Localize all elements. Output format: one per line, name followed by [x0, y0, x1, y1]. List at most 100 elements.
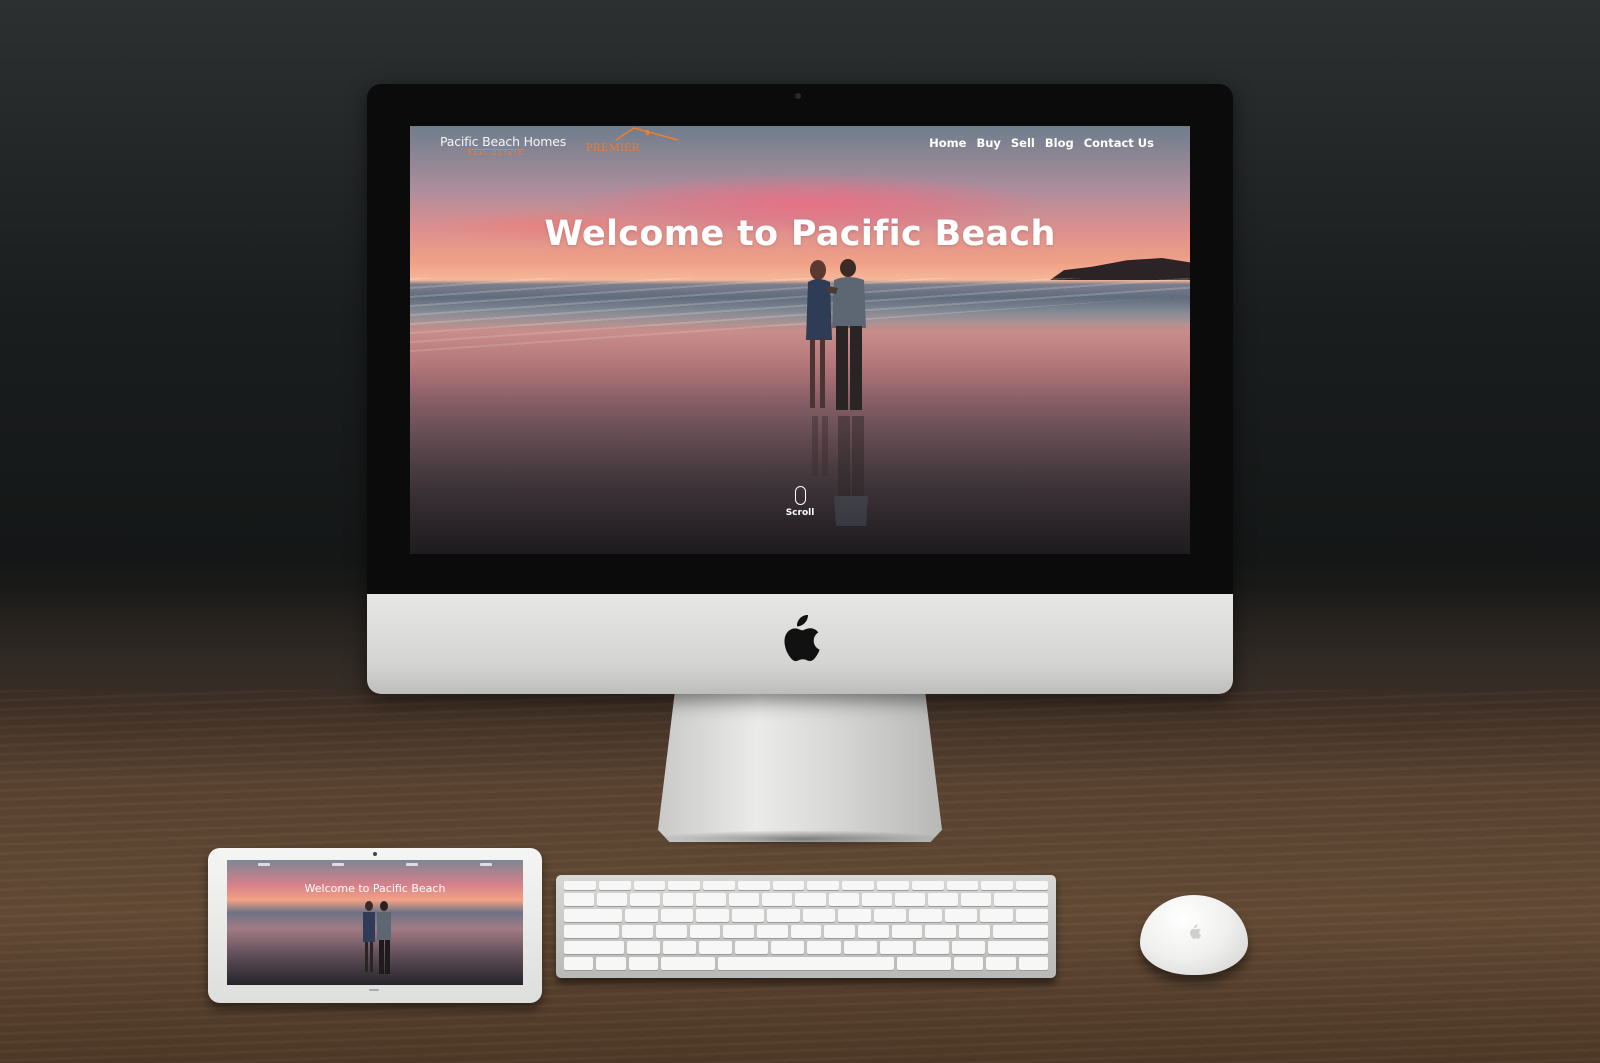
hero-title: Welcome to Pacific Beach	[544, 214, 1056, 254]
keyboard-key[interactable]	[628, 957, 659, 970]
keyboard-key[interactable]	[660, 909, 694, 922]
keyboard-key[interactable]	[802, 909, 836, 922]
keyboard-key[interactable]	[952, 941, 986, 954]
keyboard-key[interactable]	[807, 941, 841, 954]
ipad-couple-silhouette	[363, 901, 391, 974]
ipad-device: Welcome to Pacific Beach	[208, 848, 542, 1003]
keyboard-key[interactable]	[622, 925, 653, 938]
keyboard-key[interactable]	[597, 893, 628, 906]
keyboard-key[interactable]	[925, 925, 957, 938]
keyboard-key[interactable]	[661, 957, 715, 970]
keyboard-key[interactable]	[838, 909, 871, 922]
apple-icon	[1188, 924, 1202, 943]
keyboard-key[interactable]	[735, 941, 769, 954]
keyboard-key[interactable]	[944, 909, 978, 922]
keyboard-key[interactable]	[828, 893, 859, 906]
keyboard-key[interactable]	[807, 881, 840, 890]
keyboard-key[interactable]	[596, 957, 626, 970]
keyboard-key[interactable]	[795, 893, 826, 906]
keyboard-key[interactable]	[877, 881, 909, 890]
keyboard-key[interactable]	[564, 925, 620, 938]
keyboard-key[interactable]	[988, 941, 1048, 954]
keyboard-key[interactable]	[981, 881, 1014, 890]
site-header: Pacific Beach Homes REAL ESTATE PREMIER …	[410, 126, 1190, 166]
keyboard-key[interactable]	[1016, 881, 1048, 890]
keyboard-key[interactable]	[986, 957, 1016, 970]
mouse-scroll-icon	[794, 486, 806, 505]
keyboard-key[interactable]	[598, 881, 631, 890]
keyboard-key[interactable]	[663, 893, 694, 906]
keyboard-key[interactable]	[894, 893, 925, 906]
nav-buy[interactable]: Buy	[976, 136, 1000, 150]
keyboard-key[interactable]	[633, 881, 666, 890]
keyboard-key[interactable]	[1018, 957, 1048, 970]
keyboard-key[interactable]	[873, 909, 907, 922]
ipad-nav-item[interactable]	[332, 863, 344, 866]
keyboard-key[interactable]	[909, 909, 942, 922]
keyboard-key[interactable]	[626, 941, 660, 954]
keyboard-key[interactable]	[959, 925, 990, 938]
keyboard-key[interactable]	[767, 909, 800, 922]
keyboard-key[interactable]	[772, 881, 805, 890]
nav-home[interactable]: Home	[929, 136, 966, 150]
keyboard-key[interactable]	[993, 893, 1048, 906]
keyboard-key[interactable]	[861, 893, 892, 906]
keyboard-key[interactable]	[824, 925, 856, 938]
keyboard-key[interactable]	[756, 925, 788, 938]
keyboard-key[interactable]	[915, 941, 950, 954]
scroll-indicator[interactable]: Scroll	[778, 486, 822, 518]
keyboard-key[interactable]	[946, 881, 979, 890]
nav-sell[interactable]: Sell	[1011, 136, 1035, 150]
ipad-nav-item[interactable]	[480, 863, 492, 866]
headland-silhouette	[1050, 258, 1190, 280]
keyboard-key[interactable]	[897, 957, 951, 970]
partner-logo[interactable]: PREMIER	[586, 126, 682, 160]
keyboard-key[interactable]	[696, 893, 727, 906]
keyboard-key[interactable]	[879, 941, 913, 954]
keyboard-key[interactable]	[891, 925, 923, 938]
ipad-nav-item[interactable]	[258, 863, 270, 866]
keyboard-key[interactable]	[625, 909, 658, 922]
keyboard-key[interactable]	[762, 893, 793, 906]
keyboard-key[interactable]	[790, 925, 822, 938]
keyboard-key[interactable]	[630, 893, 661, 906]
keyboard-spacebar[interactable]	[717, 957, 895, 970]
keyboard-key[interactable]	[564, 909, 623, 922]
keyboard-key[interactable]	[992, 925, 1049, 938]
ipad-nav-item[interactable]	[406, 863, 418, 866]
nav-contact-us[interactable]: Contact Us	[1084, 136, 1154, 150]
couple-silhouette	[806, 259, 866, 410]
keyboard-key[interactable]	[1015, 909, 1049, 922]
keyboard-key[interactable]	[699, 941, 733, 954]
keyboard-key[interactable]	[953, 957, 984, 970]
keyboard-key[interactable]	[858, 925, 889, 938]
keyboard	[556, 875, 1056, 978]
keyboard-key[interactable]	[729, 893, 760, 906]
keyboard-key[interactable]	[911, 881, 944, 890]
keyboard-key[interactable]	[731, 909, 765, 922]
keyboard-key[interactable]	[689, 925, 721, 938]
keyboard-key[interactable]	[668, 881, 701, 890]
keyboard-key[interactable]	[843, 941, 877, 954]
ipad-camera-icon	[373, 852, 377, 856]
keyboard-key[interactable]	[960, 893, 991, 906]
keyboard-key[interactable]	[655, 925, 687, 938]
nav-blog[interactable]: Blog	[1045, 136, 1074, 150]
keyboard-key[interactable]	[564, 957, 594, 970]
keyboard-key[interactable]	[723, 925, 754, 938]
keyboard-key[interactable]	[927, 893, 958, 906]
keyboard-key[interactable]	[662, 941, 696, 954]
keyboard-key[interactable]	[564, 893, 595, 906]
ipad-home-indicator	[369, 989, 379, 991]
keyboard-key[interactable]	[842, 881, 875, 890]
imac-stand-shadow	[650, 830, 950, 848]
keyboard-key[interactable]	[980, 909, 1013, 922]
keyboard-key[interactable]	[771, 941, 805, 954]
keyboard-key[interactable]	[703, 881, 735, 890]
site-logo[interactable]: Pacific Beach Homes	[440, 134, 580, 149]
keyboard-key[interactable]	[737, 881, 770, 890]
keyboard-key[interactable]	[696, 909, 729, 922]
keyboard-key[interactable]	[564, 881, 596, 890]
partner-logo-text: PREMIER	[586, 140, 641, 154]
keyboard-key[interactable]	[564, 941, 624, 954]
